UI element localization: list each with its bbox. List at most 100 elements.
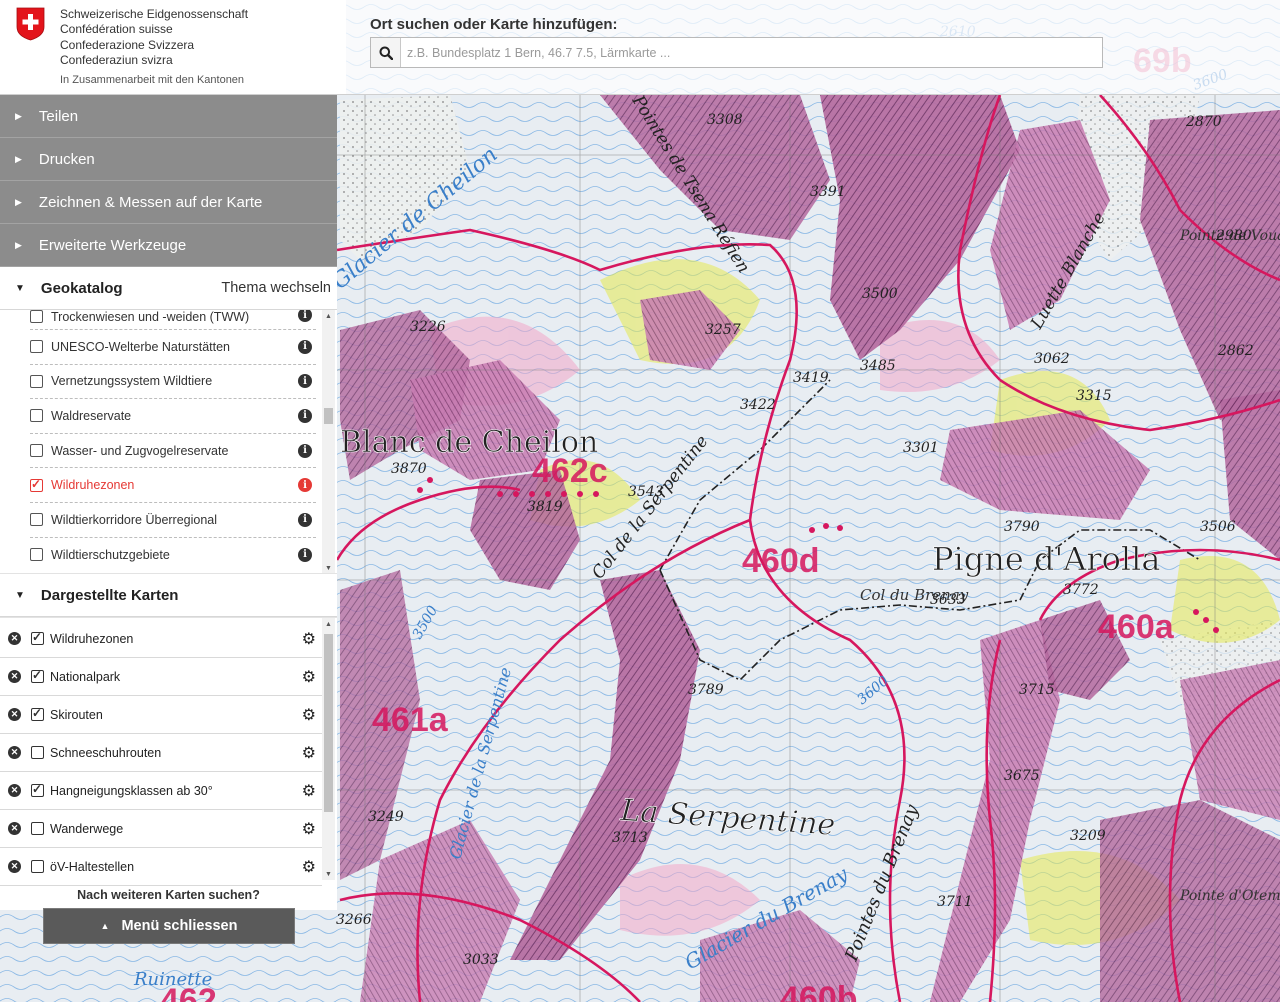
elevation-label: 3226 xyxy=(410,319,446,335)
collaboration-note: In Zusammenarbeit mit den Kantonen xyxy=(60,74,245,86)
elevation-label: 3249 xyxy=(368,809,404,825)
displayed-maps-header[interactable]: ▼ Dargestellte Karten xyxy=(0,574,337,617)
confederation-name-de: Schweizerische Eidgenossenschaft xyxy=(60,7,249,21)
remove-layer-icon[interactable]: ✕ xyxy=(8,708,21,721)
confederation-logo-block[interactable]: Schweizerische Eidgenossenschaft Confédé… xyxy=(0,0,346,95)
displayed-layers-list: ✕ Wildruhezonen ⚙ ✕ Nationalpark ⚙ ✕ Ski… xyxy=(0,620,322,886)
layer-row[interactable]: ✕ Hangneigungsklassen ab 30° ⚙ xyxy=(0,772,322,810)
remove-layer-icon[interactable]: ✕ xyxy=(8,860,21,873)
info-icon[interactable]: i xyxy=(298,339,312,354)
elevation-label: 3543 xyxy=(628,484,664,500)
zone-label-462c: 462c xyxy=(532,452,608,490)
elevation-label: 3789 xyxy=(688,682,724,698)
catalog-item[interactable]: Waldreservate i xyxy=(30,399,316,434)
layer-row[interactable]: ✕ Nationalpark ⚙ xyxy=(0,658,322,696)
caret-right-icon: ▶ xyxy=(15,239,22,250)
label-pointe-d-otemma: Pointe d'Otemma xyxy=(1179,888,1280,904)
gear-icon[interactable]: ⚙ xyxy=(302,705,316,725)
gear-icon[interactable]: ⚙ xyxy=(302,857,316,877)
catalog-item[interactable]: Wasser- und Zugvogelreservate i xyxy=(30,434,316,469)
menu-item-share[interactable]: ▶ Teilen xyxy=(0,95,337,138)
menu-item-print[interactable]: ▶ Drucken xyxy=(0,138,337,181)
catalog-checkbox[interactable] xyxy=(30,310,43,323)
catalog-checkbox[interactable] xyxy=(30,340,43,354)
catalog-item[interactable]: Wildtierkorridore Überregional i xyxy=(30,503,316,538)
layers-scrollbar[interactable]: ▲ ▼ xyxy=(322,618,335,880)
remove-layer-icon[interactable]: ✕ xyxy=(8,670,21,683)
scroll-up-icon[interactable]: ▲ xyxy=(322,310,335,322)
gear-icon[interactable]: ⚙ xyxy=(302,667,316,687)
gear-icon[interactable]: ⚙ xyxy=(302,781,316,801)
layer-checkbox[interactable] xyxy=(31,860,44,873)
catalog-checkbox[interactable] xyxy=(30,374,43,388)
elevation-label: 3711 xyxy=(937,894,973,910)
elevation-label: 3500 xyxy=(862,286,898,302)
menu-item-advanced-tools[interactable]: ▶ Erweiterte Werkzeuge xyxy=(0,224,337,267)
catalog-item[interactable]: Wildtierschutzgebiete i xyxy=(30,538,316,573)
catalog-checkbox-checked[interactable] xyxy=(30,477,43,492)
catalog-item[interactable]: Trockenwiesen und -weiden (TWW) i xyxy=(30,310,316,330)
remove-layer-icon[interactable]: ✕ xyxy=(8,822,21,835)
info-icon[interactable]: i xyxy=(298,443,312,458)
caret-right-icon: ▶ xyxy=(15,196,22,207)
layer-checkbox[interactable] xyxy=(31,822,44,835)
elevation-label: 3419 xyxy=(793,370,829,386)
change-theme-link[interactable]: Thema wechseln xyxy=(221,280,331,296)
catalog-checkbox[interactable] xyxy=(30,513,43,527)
remove-layer-icon[interactable]: ✕ xyxy=(8,784,21,797)
layer-row[interactable]: ✕ Skirouten ⚙ xyxy=(0,696,322,734)
catalog-item-selected[interactable]: Wildruhezonen i xyxy=(30,468,316,503)
label-pigne-d-arolla: Pigne d'Arolla xyxy=(932,540,1160,578)
catalog-checkbox[interactable] xyxy=(30,409,43,423)
info-icon[interactable]: i xyxy=(298,547,312,562)
elevation-label: 2980 xyxy=(1215,228,1252,244)
geokatalog-list: Trockenwiesen und -weiden (TWW) i UNESCO… xyxy=(30,310,316,572)
layer-checkbox-checked[interactable] xyxy=(31,706,44,721)
elevation-label: 3033 xyxy=(463,952,499,968)
layer-checkbox-checked[interactable] xyxy=(31,630,44,645)
catalog-item-label: Vernetzungssystem Wildtiere xyxy=(51,374,213,389)
catalog-item[interactable]: Vernetzungssystem Wildtiere i xyxy=(30,365,316,400)
scroll-down-icon[interactable]: ▼ xyxy=(322,868,335,880)
zone-label-460b: 460b xyxy=(780,980,858,1002)
catalog-item-label: Trockenwiesen und -weiden (TWW) xyxy=(51,310,250,324)
scroll-thumb[interactable] xyxy=(324,634,333,812)
elevation-label: 3713 xyxy=(612,830,648,846)
gear-icon[interactable]: ⚙ xyxy=(302,629,316,649)
layer-row[interactable]: ✕ Wildruhezonen ⚙ xyxy=(0,620,322,658)
scroll-up-icon[interactable]: ▲ xyxy=(322,618,335,630)
info-icon[interactable]: i xyxy=(298,512,312,527)
layer-checkbox[interactable] xyxy=(31,746,44,759)
geokatalog-header[interactable]: ▼ Geokatalog Thema wechseln xyxy=(0,267,337,310)
elevation-label: 3715 xyxy=(1019,682,1055,698)
scroll-thumb[interactable] xyxy=(324,408,333,424)
gear-icon[interactable]: ⚙ xyxy=(302,743,316,763)
elevation-label: 3633 xyxy=(930,592,966,608)
catalog-item-label: Wildruhezonen xyxy=(51,478,135,493)
search-input[interactable] xyxy=(402,38,1102,67)
info-icon[interactable]: i xyxy=(298,408,312,423)
remove-layer-icon[interactable]: ✕ xyxy=(8,632,21,645)
remove-layer-icon[interactable]: ✕ xyxy=(8,746,21,759)
layer-checkbox-checked[interactable] xyxy=(31,668,44,683)
elevation-label: 3257 xyxy=(705,322,741,338)
layer-row[interactable]: ✕ Schneeschuhrouten ⚙ xyxy=(0,734,322,772)
displayed-maps-title: Dargestellte Karten xyxy=(40,586,179,604)
layer-row[interactable]: ✕ Wanderwege ⚙ xyxy=(0,810,322,848)
search-box xyxy=(370,37,1103,68)
search-more-maps-link[interactable]: Nach weiteren Karten suchen? xyxy=(0,880,337,907)
scroll-down-icon[interactable]: ▼ xyxy=(322,562,335,573)
layer-label: Wanderwege xyxy=(50,821,124,836)
menu-item-draw-measure[interactable]: ▶ Zeichnen & Messen auf der Karte xyxy=(0,181,337,224)
menu-item-label: Zeichnen & Messen auf der Karte xyxy=(38,193,263,211)
catalog-item-label: UNESCO-Welterbe Naturstätten xyxy=(51,339,230,354)
catalog-checkbox[interactable] xyxy=(30,548,43,562)
catalog-scrollbar[interactable]: ▲ ▼ xyxy=(322,310,335,573)
close-menu-button[interactable]: ▲ Menü schliessen xyxy=(43,908,295,944)
elevation-label: 3506 xyxy=(1200,519,1236,535)
search-button[interactable] xyxy=(371,38,401,67)
catalog-item[interactable]: UNESCO-Welterbe Naturstätten i xyxy=(30,330,316,365)
catalog-checkbox[interactable] xyxy=(30,444,43,458)
layer-checkbox-checked[interactable] xyxy=(31,782,44,797)
gear-icon[interactable]: ⚙ xyxy=(302,819,316,839)
